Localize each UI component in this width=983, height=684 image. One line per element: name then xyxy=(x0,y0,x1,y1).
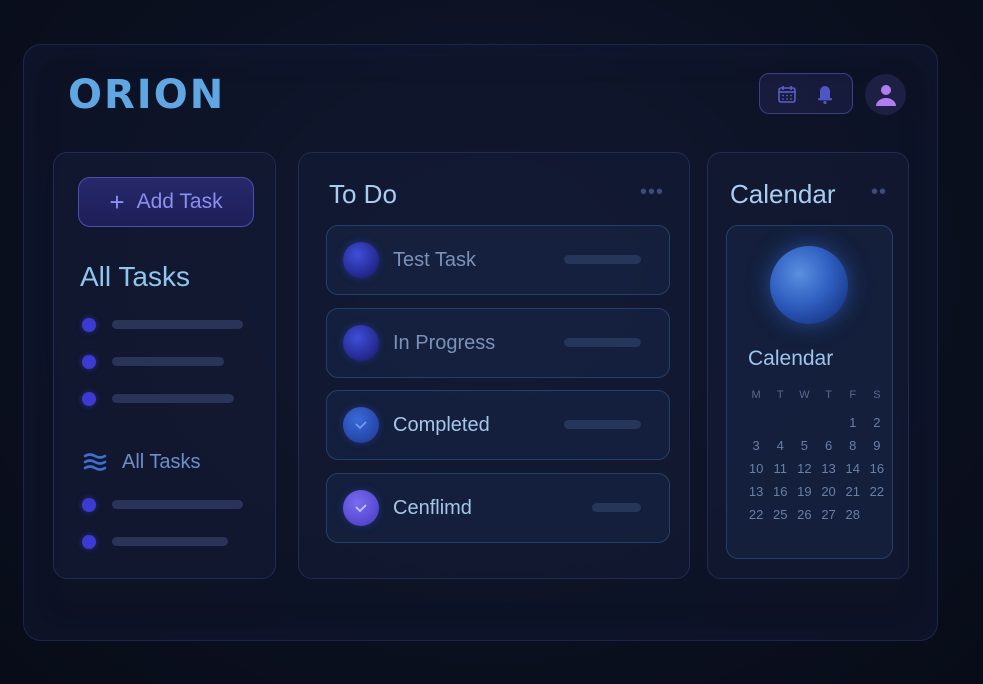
placeholder-bar xyxy=(112,357,224,366)
user-icon xyxy=(875,84,896,106)
calendar-day[interactable]: 4 xyxy=(768,438,792,453)
calendar-day[interactable]: 13 xyxy=(816,461,840,476)
placeholder-bar xyxy=(112,500,243,509)
dot-icon xyxy=(82,317,96,332)
more-icon[interactable]: ••• xyxy=(640,181,664,204)
calendar-day[interactable]: 2 xyxy=(865,415,889,430)
bell-icon[interactable] xyxy=(813,82,837,106)
dot-icon xyxy=(82,497,96,512)
task-label: In Progress xyxy=(393,331,496,354)
calendar-day xyxy=(865,507,889,522)
calendar-day[interactable]: 26 xyxy=(792,507,816,522)
weekday-label: T xyxy=(776,389,784,401)
placeholder-bar xyxy=(112,537,228,546)
calendar-day xyxy=(744,415,768,430)
calendar-card: Calendar M T W T F S 1 2 3 4 5 6 8 9 10 11 12 13 14 16 13 16 1… xyxy=(726,225,893,559)
placeholder-bar xyxy=(564,255,641,264)
calendar-day[interactable]: 22 xyxy=(865,484,889,499)
check-icon xyxy=(343,407,379,443)
dot-icon xyxy=(82,391,96,406)
calendar-day[interactable]: 13 xyxy=(744,484,768,499)
add-task-label: Add Task xyxy=(136,190,223,213)
weekday-label: F xyxy=(849,389,857,401)
orb-icon xyxy=(343,325,379,361)
calendar-day xyxy=(768,415,792,430)
calendar-day[interactable]: 19 xyxy=(792,484,816,499)
weekday-label: T xyxy=(825,389,832,401)
weekday-label: M xyxy=(751,389,761,401)
weekday-label: W xyxy=(799,389,810,401)
dot-icon xyxy=(82,354,96,369)
calendar-title: Calendar xyxy=(730,179,836,209)
add-task-button[interactable]: + Add Task xyxy=(78,177,254,227)
user-avatar[interactable] xyxy=(865,74,906,115)
calendar-card-label: Calendar xyxy=(748,347,834,370)
placeholder-bar xyxy=(112,320,243,329)
placeholder-bar xyxy=(564,420,641,429)
task-card[interactable]: Cenflimd xyxy=(326,473,670,543)
orb-icon xyxy=(343,242,379,278)
placeholder-bar xyxy=(564,338,641,347)
calendar-day xyxy=(816,415,840,430)
list-item[interactable] xyxy=(82,380,243,417)
dot-icon xyxy=(82,534,96,549)
moon-icon xyxy=(770,246,848,324)
sidebar-title: All Tasks xyxy=(80,261,190,292)
list-item[interactable] xyxy=(82,523,243,560)
calendar-day xyxy=(792,415,816,430)
calendar-day[interactable]: 8 xyxy=(841,438,865,453)
task-card[interactable]: Completed xyxy=(326,390,670,460)
calendar-day[interactable]: 27 xyxy=(816,507,840,522)
placeholder-bar xyxy=(112,394,234,403)
calendar-day[interactable]: 10 xyxy=(744,461,768,476)
task-list-bottom xyxy=(82,486,243,560)
calendar-icon[interactable] xyxy=(775,82,799,106)
task-card[interactable]: In Progress xyxy=(326,308,670,378)
calendar-grid: M T W T F S 1 2 3 4 5 6 8 9 10 11 12 13 14 16 13 16 19 20 21 22 22… xyxy=(744,389,889,522)
calendar-day[interactable]: 28 xyxy=(841,507,865,522)
sub-heading-label: All Tasks xyxy=(122,450,201,473)
app-logo: ORION xyxy=(68,72,226,118)
check-icon xyxy=(343,490,379,526)
weekday-label: S xyxy=(873,389,881,401)
calendar-day[interactable]: 11 xyxy=(768,461,792,476)
plus-icon: + xyxy=(109,187,125,217)
calendar-day[interactable]: 5 xyxy=(792,438,816,453)
calendar-day[interactable]: 3 xyxy=(744,438,768,453)
task-list-top xyxy=(82,306,243,417)
list-item[interactable] xyxy=(82,486,243,523)
todo-panel: To Do ••• Test Task In Progress Complete… xyxy=(298,152,690,579)
list-item[interactable] xyxy=(82,306,243,343)
sidebar-panel: + Add Task All Tasks All Tasks xyxy=(53,152,276,579)
task-label: Cenflimd xyxy=(393,496,472,519)
calendar-day[interactable]: 1 xyxy=(841,415,865,430)
calendar-day[interactable]: 9 xyxy=(865,438,889,453)
calendar-day[interactable]: 12 xyxy=(792,461,816,476)
calendar-day[interactable]: 21 xyxy=(841,484,865,499)
calendar-day[interactable]: 16 xyxy=(865,461,889,476)
task-label: Test Task xyxy=(393,248,476,271)
task-card[interactable]: Test Task xyxy=(326,225,670,295)
calendar-day[interactable]: 20 xyxy=(816,484,840,499)
header-icon-group xyxy=(759,73,853,114)
calendar-day[interactable]: 16 xyxy=(768,484,792,499)
more-icon[interactable]: •• xyxy=(871,181,887,204)
list-item[interactable] xyxy=(82,343,243,380)
placeholder-bar xyxy=(592,503,641,512)
list-icon xyxy=(83,453,107,471)
calendar-day[interactable]: 14 xyxy=(841,461,865,476)
task-label: Completed xyxy=(393,413,490,436)
calendar-day[interactable]: 25 xyxy=(768,507,792,522)
sidebar-sub-heading[interactable]: All Tasks xyxy=(82,449,201,475)
calendar-day[interactable]: 6 xyxy=(816,438,840,453)
todo-title: To Do xyxy=(329,179,397,209)
calendar-panel: Calendar •• Calendar M T W T F S 1 2 3 4 5 6 8 9 10 11 1… xyxy=(707,152,909,579)
calendar-day[interactable]: 22 xyxy=(744,507,768,522)
